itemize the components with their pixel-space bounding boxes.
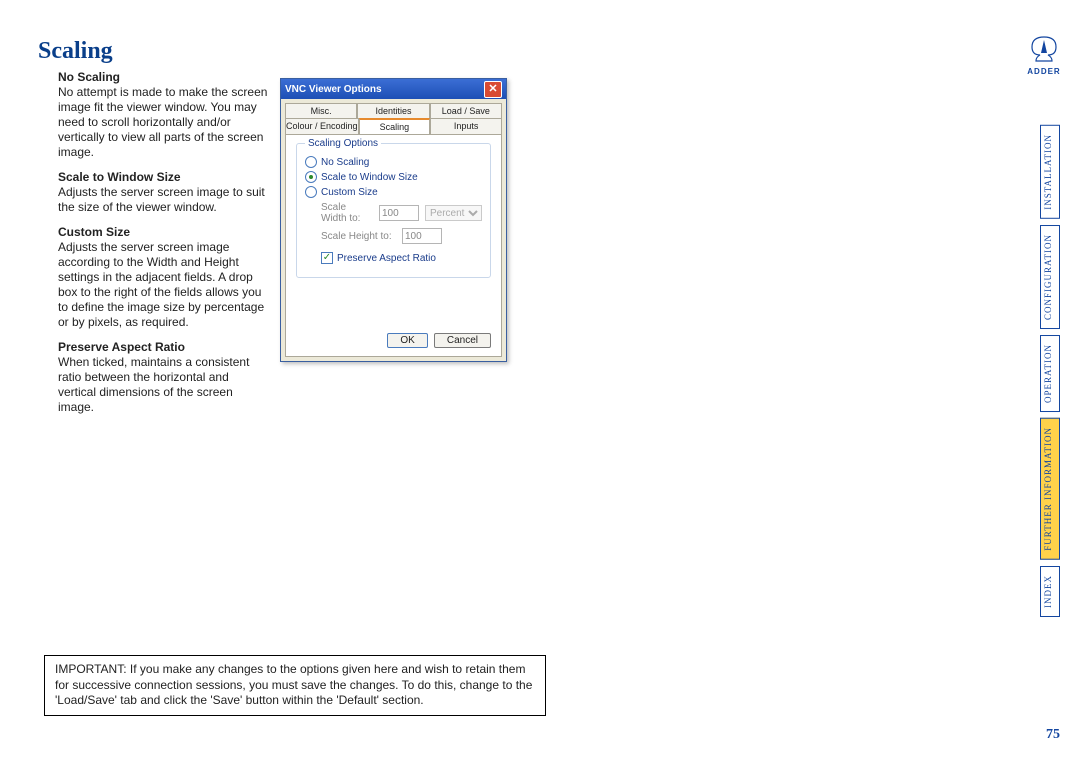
dialog-button-row: OK Cancel <box>387 333 491 348</box>
nav-further-information[interactable]: FURTHER INFORMATION <box>1040 418 1060 560</box>
section-title-3: Preserve Aspect Ratio <box>58 340 185 354</box>
radio-label: Custom Size <box>321 187 378 198</box>
preserve-aspect-row[interactable]: ✓ Preserve Aspect Ratio <box>321 252 482 264</box>
width-row: Scale Width to: Percent <box>321 202 482 224</box>
section-title-1: Scale to Window Size <box>58 170 181 184</box>
close-icon[interactable]: ✕ <box>484 81 502 98</box>
cancel-button[interactable]: Cancel <box>434 333 491 348</box>
tabs-row-back: Misc. Identities Load / Save <box>281 99 506 118</box>
nav-index[interactable]: INDEX <box>1040 566 1060 617</box>
scaling-options-group: Scaling Options No Scaling Scale to Wind… <box>296 143 491 278</box>
nav-configuration[interactable]: CONFIGURATION <box>1040 225 1060 329</box>
radio-icon <box>305 156 317 168</box>
preserve-label: Preserve Aspect Ratio <box>337 253 436 264</box>
tab-inputs[interactable]: Inputs <box>430 118 502 134</box>
section-body-2: Adjusts the server screen image accordin… <box>58 240 264 329</box>
radio-label: Scale to Window Size <box>321 172 418 183</box>
section-title-0: No Scaling <box>58 70 120 84</box>
tab-scaling[interactable]: Scaling <box>359 118 431 134</box>
page-number: 75 <box>1046 727 1060 743</box>
dialog-titlebar[interactable]: VNC Viewer Options ✕ <box>281 79 506 99</box>
tab-misc[interactable]: Misc. <box>285 103 357 118</box>
brand-logo: ADDER <box>1026 35 1062 76</box>
section-body-1: Adjusts the server screen image to suit … <box>58 185 265 214</box>
radio-scale-to-window[interactable]: Scale to Window Size <box>305 171 482 183</box>
nav-installation[interactable]: INSTALLATION <box>1040 125 1060 219</box>
radio-no-scaling[interactable]: No Scaling <box>305 156 482 168</box>
section-title-2: Custom Size <box>58 225 130 239</box>
description-column: No Scaling No attempt is made to make th… <box>58 70 268 425</box>
radio-icon <box>305 171 317 183</box>
width-label: Scale Width to: <box>321 202 373 224</box>
height-row: Scale Height to: <box>321 228 482 244</box>
page-heading: Scaling <box>38 38 113 65</box>
tab-panel: Scaling Options No Scaling Scale to Wind… <box>285 134 502 357</box>
checkbox-icon: ✓ <box>321 252 333 264</box>
ok-button[interactable]: OK <box>387 333 427 348</box>
group-title: Scaling Options <box>305 138 381 149</box>
radio-icon <box>305 186 317 198</box>
important-note: IMPORTANT: If you make any changes to th… <box>44 655 546 716</box>
width-input[interactable] <box>379 205 419 221</box>
section-body-0: No attempt is made to make the screen im… <box>58 85 267 159</box>
tab-identities[interactable]: Identities <box>357 103 429 118</box>
section-body-3: When ticked, maintains a consistent rati… <box>58 355 249 414</box>
tab-colour-encoding[interactable]: Colour / Encoding <box>285 118 359 134</box>
height-input[interactable] <box>402 228 442 244</box>
brand-text: ADDER <box>1027 67 1060 76</box>
vnc-options-dialog: VNC Viewer Options ✕ Misc. Identities Lo… <box>280 78 507 362</box>
tabs-row-front: Colour / Encoding Scaling Inputs <box>281 118 506 134</box>
height-label: Scale Height to: <box>321 231 396 242</box>
radio-custom-size[interactable]: Custom Size <box>305 186 482 198</box>
dialog-title: VNC Viewer Options <box>285 84 382 95</box>
side-navigation: INSTALLATION CONFIGURATION OPERATION FUR… <box>1040 125 1060 617</box>
tab-load-save[interactable]: Load / Save <box>430 103 502 118</box>
nav-operation[interactable]: OPERATION <box>1040 335 1060 412</box>
unit-select[interactable]: Percent <box>425 205 482 221</box>
radio-label: No Scaling <box>321 157 369 168</box>
